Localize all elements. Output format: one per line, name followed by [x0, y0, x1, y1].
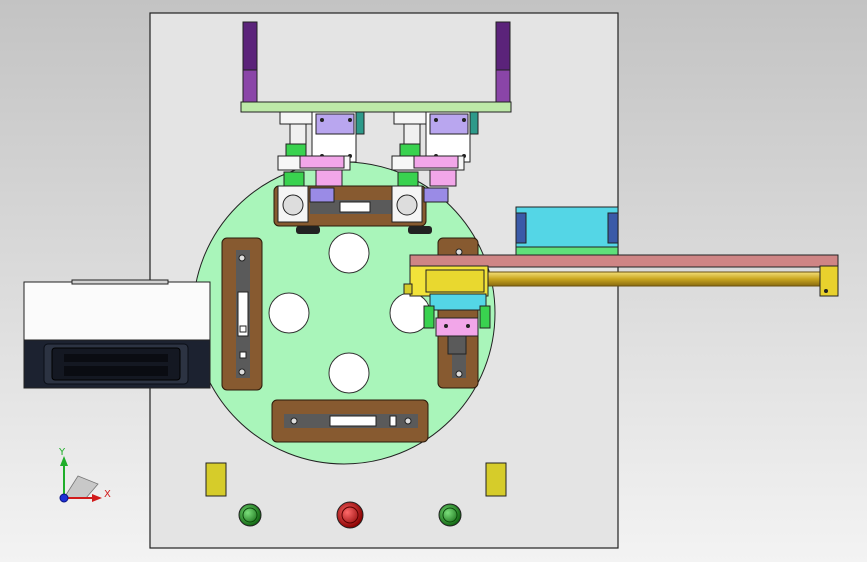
sensor-right: [485, 462, 507, 497]
cyan-block-assembly: [515, 206, 619, 256]
gantry-post-right: [495, 21, 511, 71]
fixture-left: [221, 237, 263, 391]
triad-y-label: Y: [58, 447, 66, 458]
emergency-stop-button[interactable]: [336, 501, 364, 529]
turntable-hole: [328, 352, 370, 394]
cad-drawing: Y X: [0, 0, 867, 562]
fixture-bottom: [271, 399, 429, 443]
actuator-rod: [485, 271, 827, 287]
turntable-hole: [328, 232, 370, 274]
turntable-hole: [268, 292, 310, 334]
cad-viewport: Y X: [0, 0, 867, 562]
start-button-right[interactable]: [438, 503, 462, 527]
gantry-beam: [240, 101, 512, 113]
start-button-left[interactable]: [238, 503, 262, 527]
sensor-left: [205, 462, 227, 497]
z-axis-icon: [59, 493, 69, 503]
triad-x-label: X: [104, 489, 111, 500]
feeder-unit: [23, 279, 211, 389]
gantry-post-left: [242, 21, 258, 71]
actuator-endcap: [819, 265, 839, 297]
actuator-rail: [409, 254, 839, 268]
